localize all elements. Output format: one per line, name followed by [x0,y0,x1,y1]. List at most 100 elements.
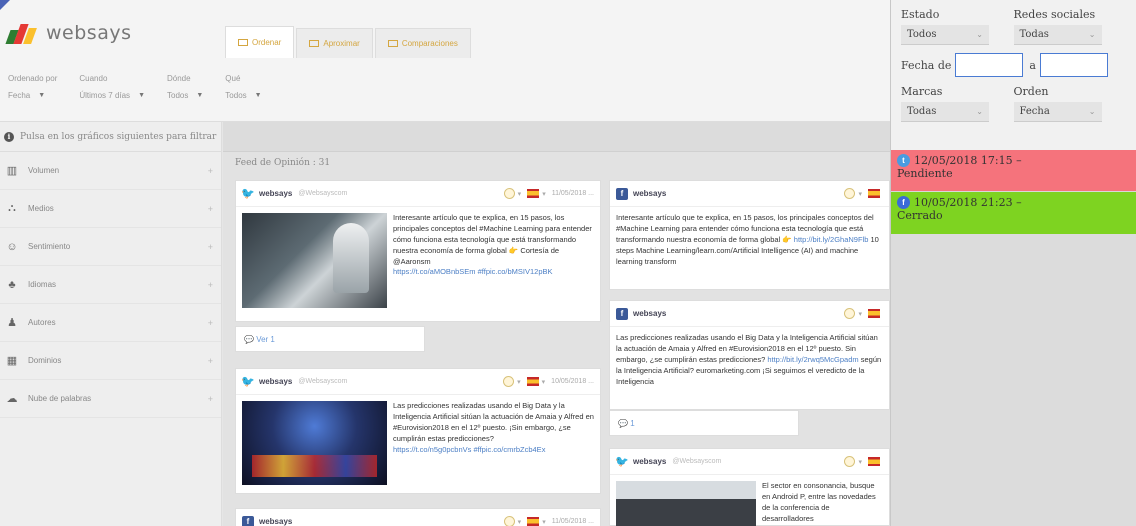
filter-row: Estado Todos ⌄ Redes sociales Todas ⌄ [901,8,1126,45]
main-band [223,122,890,152]
post-card[interactable]: 🐦 websays @Websayscom ▾ ▾ 10/05/2018 ...… [235,368,601,494]
marcas-select[interactable]: Todas ⌄ [901,102,989,122]
spain-flag-icon[interactable] [868,309,880,318]
estado-select[interactable]: Todos ⌄ [901,25,989,45]
spain-flag-icon[interactable] [527,517,540,526]
filter-ordenado-select[interactable]: Fecha ▼ [8,87,57,103]
post-body: Las predicciones realizadas usando el Bi… [236,395,600,491]
redes-select[interactable]: Todas ⌄ [1013,25,1102,45]
sentiment-icon[interactable] [503,376,515,387]
spain-flag-icon[interactable] [868,189,880,198]
twitter-icon: 🐦 [615,456,629,468]
logo[interactable]: websays [5,18,131,48]
estado-label: Estado [901,8,940,21]
orden-label: Orden [1013,85,1049,98]
post-card[interactable]: 🐦 websays @Websayscom ▾ El sector en con… [609,448,890,526]
post-image[interactable] [616,481,756,526]
filter-cuando: Cuando Últimos 7 días ▼ [79,74,145,103]
tab-ordenar[interactable]: Ordenar [225,26,295,58]
expand-icon[interactable]: + [208,242,213,252]
filter-que-select[interactable]: Todos ▼ [225,87,261,103]
sentiment-icon[interactable] [503,516,515,526]
post-date[interactable]: 11/05/2018 ... [552,518,594,525]
date-to-input[interactable] [1039,53,1108,77]
sidebar-item-sentimiento[interactable]: ☺ Sentimiento + [0,228,221,266]
ticket-status: Cerrado [897,209,943,222]
date-range: Fecha de a [901,53,1126,77]
tab-aproximar[interactable]: Aproximar [296,28,373,58]
filter-label: Qué [225,74,241,83]
post-image[interactable] [242,213,387,308]
post-card[interactable]: f websays ▾ Las predicciones realizadas … [609,300,890,410]
reply-count[interactable]: 💬 1 [609,410,799,436]
expand-icon[interactable]: + [208,280,213,290]
post-date[interactable]: 11/05/2018 ... [552,190,594,197]
select-value: Todos [907,29,937,40]
post-author[interactable]: websays [633,309,666,318]
post-author[interactable]: websays [259,517,292,526]
ticket-item[interactable]: t 12/05/2018 17:15 – Pendiente [891,150,1136,192]
chevron-down-icon: ▼ [254,91,262,99]
sidebar-item-nube[interactable]: ☁ Nube de palabras + [0,380,221,418]
ticket-line: t 12/05/2018 17:15 – [897,154,1130,167]
post-card[interactable]: 🐦 websays @Websayscom ▾ ▾ 11/05/2018 ...… [235,180,601,322]
sidebar-item-medios[interactable]: ⛬ Medios + [0,190,221,228]
post-card[interactable]: f websays ▾ ▾ 11/05/2018 ... [235,508,601,526]
orden-select[interactable]: Fecha ⌄ [1013,102,1102,122]
post-link[interactable]: https://t.co/aMOBnbSEm #ffpic.co/bMSIV12… [393,267,553,276]
sentiment-icon[interactable] [844,308,856,319]
tab-label: Aproximar [323,39,360,48]
expand-icon[interactable]: + [208,204,213,214]
post-author[interactable]: websays [633,189,666,198]
filter-donde-select[interactable]: Todos ▼ [167,87,203,103]
reply-count[interactable]: 💬 Ver 1 [235,326,425,352]
sidebar-item-autores[interactable]: ♟ Autores + [0,304,221,342]
sentiment-icon[interactable] [503,188,515,199]
post-image[interactable] [242,401,387,485]
sidebar-item-label: Volumen [28,166,60,175]
twitter-icon: 🐦 [241,376,255,388]
sentiment-icon[interactable] [844,456,856,467]
post-date[interactable]: 10/05/2018 ... [551,378,594,385]
post-actions: ▾ ▾ 11/05/2018 ... [503,516,594,526]
post-author[interactable]: websays [633,457,666,466]
sidebar-item-label: Sentimiento [28,242,71,251]
a-label: a [1029,58,1036,72]
domain-icon: ▦ [6,355,18,367]
ticket-item[interactable]: f 10/05/2018 21:23 – Cerrado [891,192,1136,234]
post-link[interactable]: http://bit.ly/2rwq5McGpadm [767,355,858,364]
expand-icon[interactable]: + [208,318,213,328]
sitemap-icon: ⛬ [8,202,16,214]
post-text: Interesante artículo que te explica, en … [610,207,889,273]
post-card[interactable]: f websays ▾ Interesante artículo que te … [609,180,890,290]
select-value: Todas [907,106,937,117]
feed-title: Feed de Opinión : 31 [235,158,331,168]
filter-value: Fecha [8,90,31,100]
tab-comparaciones[interactable]: Comparaciones [374,28,471,58]
spain-flag-icon[interactable] [526,377,539,386]
post-author[interactable]: websays [259,189,292,198]
post-header: f websays ▾ ▾ 11/05/2018 ... [236,509,600,526]
ticket-datetime: 10/05/2018 21:23 – [914,196,1022,209]
sidebar-item-dominios[interactable]: ▦ Dominios + [0,342,221,380]
post-link[interactable]: http://bit.ly/2GhaN9Flb [794,235,869,244]
cloud-icon: ☁ [6,393,18,405]
filter-value: Todos [167,90,189,100]
expand-icon[interactable]: + [208,394,213,404]
expand-icon[interactable]: + [208,356,213,366]
sidebar-item-idiomas[interactable]: ♣ Idiomas + [0,266,221,304]
date-from-input[interactable] [955,53,1024,77]
list-icon [238,39,248,46]
spain-flag-icon[interactable] [868,457,880,466]
expand-icon[interactable]: + [208,166,213,176]
sidebar-item-volumen[interactable]: ▥ Volumen + [0,152,221,190]
filter-label: Cuando [79,74,108,83]
sentiment-icon[interactable] [844,188,856,199]
filter-cuando-select[interactable]: Últimos 7 días ▼ [79,87,145,103]
post-link[interactable]: https://t.co/n5g0pcbnVs #ffpic.co/cmrbZc… [393,445,545,454]
filter-hint: i Pulsa en los gráficos siguientes para … [0,122,221,152]
post-header: 🐦 websays @Websayscom ▾ ▾ 11/05/2018 ... [236,181,600,207]
spain-flag-icon[interactable] [527,189,540,198]
post-author[interactable]: websays [259,377,292,386]
estado-filter: Estado Todos ⌄ [901,8,1014,45]
